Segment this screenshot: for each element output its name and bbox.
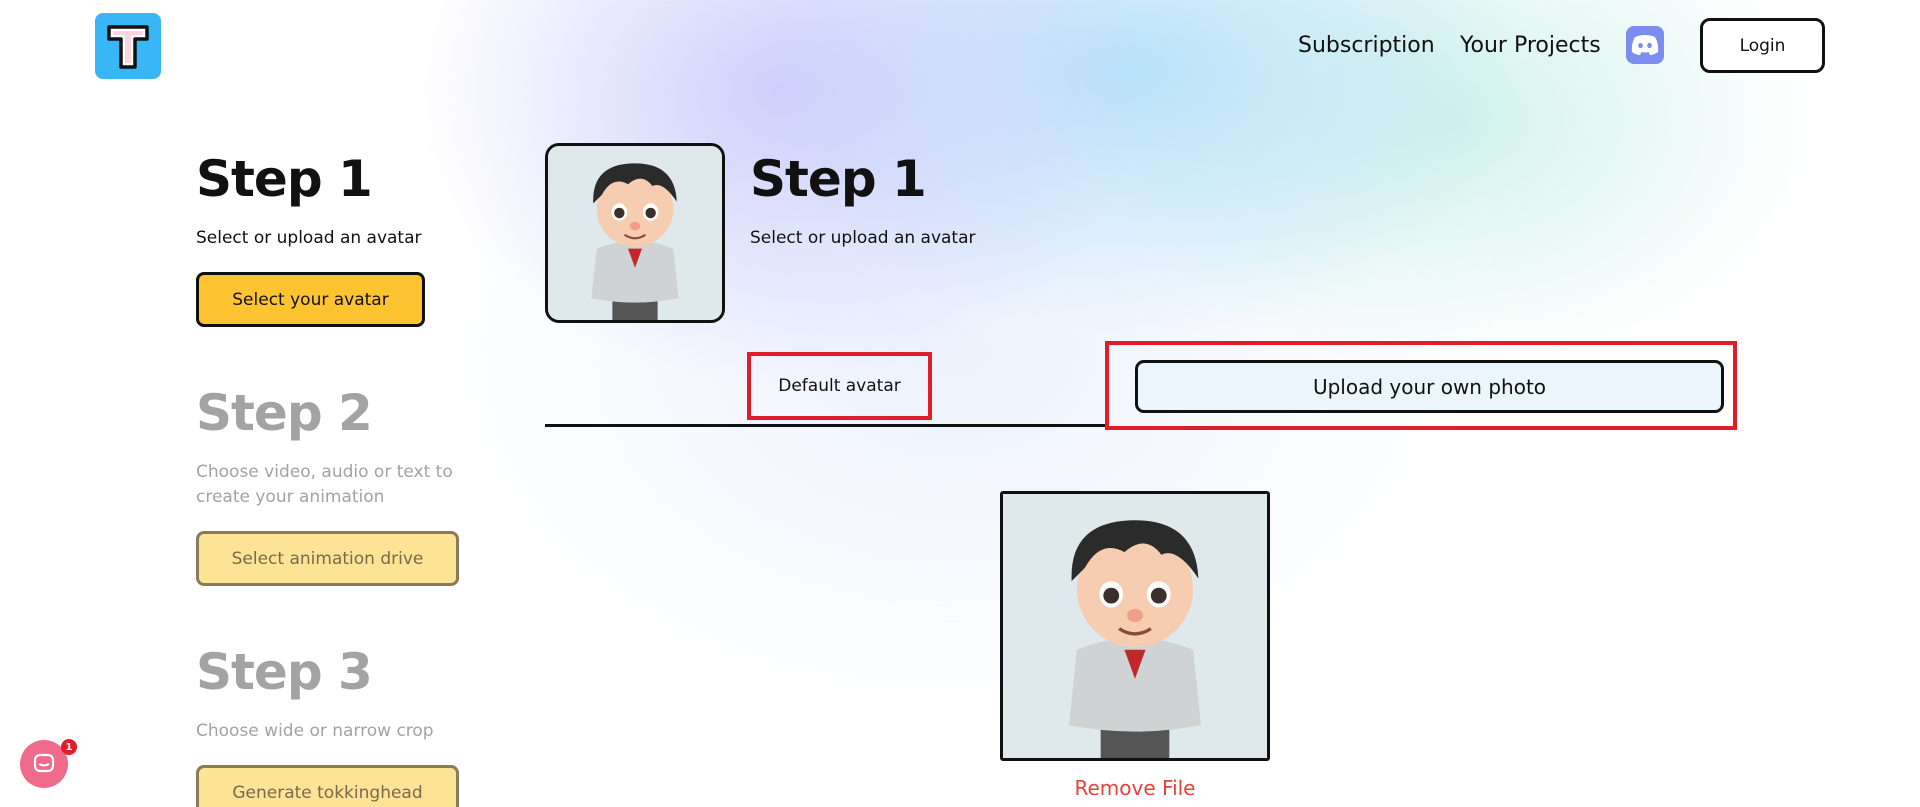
tab-default-avatar[interactable]: Default avatar — [747, 352, 932, 420]
nav-your-projects[interactable]: Your Projects — [1460, 27, 1601, 63]
step-3-title: Step 3 — [196, 643, 373, 701]
logo-t-icon — [107, 25, 149, 69]
avatar-preview-image — [1003, 494, 1267, 758]
tab-underline — [545, 424, 1108, 427]
generate-tokkinghead-button[interactable]: Generate tokkinghead — [196, 765, 459, 807]
tab-default-avatar-label: Default avatar — [778, 376, 901, 396]
discord-icon[interactable] — [1626, 26, 1664, 64]
select-animation-drive-button[interactable]: Select animation drive — [196, 531, 459, 586]
select-avatar-button[interactable]: Select your avatar — [196, 272, 425, 327]
app-logo[interactable] — [95, 13, 161, 79]
panel-subtitle: Select or upload an avatar — [750, 228, 976, 248]
uploaded-avatar-preview — [1000, 491, 1270, 761]
login-button[interactable]: Login — [1700, 18, 1825, 73]
nav-your-projects-label[interactable]: Your Projects — [1460, 33, 1601, 58]
step-3-subtitle: Choose wide or narrow crop — [196, 721, 434, 741]
chat-notification-badge: 1 — [61, 739, 77, 755]
nav-subscription[interactable]: Subscription — [1298, 27, 1435, 63]
step-1-subtitle: Select or upload an avatar — [196, 228, 422, 248]
selected-avatar-thumbnail — [545, 143, 725, 323]
step-2-subtitle: Choose video, audio or text to create yo… — [196, 462, 453, 507]
step-1-title: Step 1 — [196, 150, 373, 208]
panel-title: Step 1 — [750, 150, 927, 208]
nav-subscription-label[interactable]: Subscription — [1298, 33, 1435, 58]
remove-file-link[interactable]: Remove File — [1000, 776, 1270, 800]
upload-photo-button[interactable]: Upload your own photo — [1135, 360, 1724, 413]
chat-icon — [33, 753, 55, 773]
step-2-title: Step 2 — [196, 384, 373, 442]
avatar-image — [548, 146, 722, 320]
